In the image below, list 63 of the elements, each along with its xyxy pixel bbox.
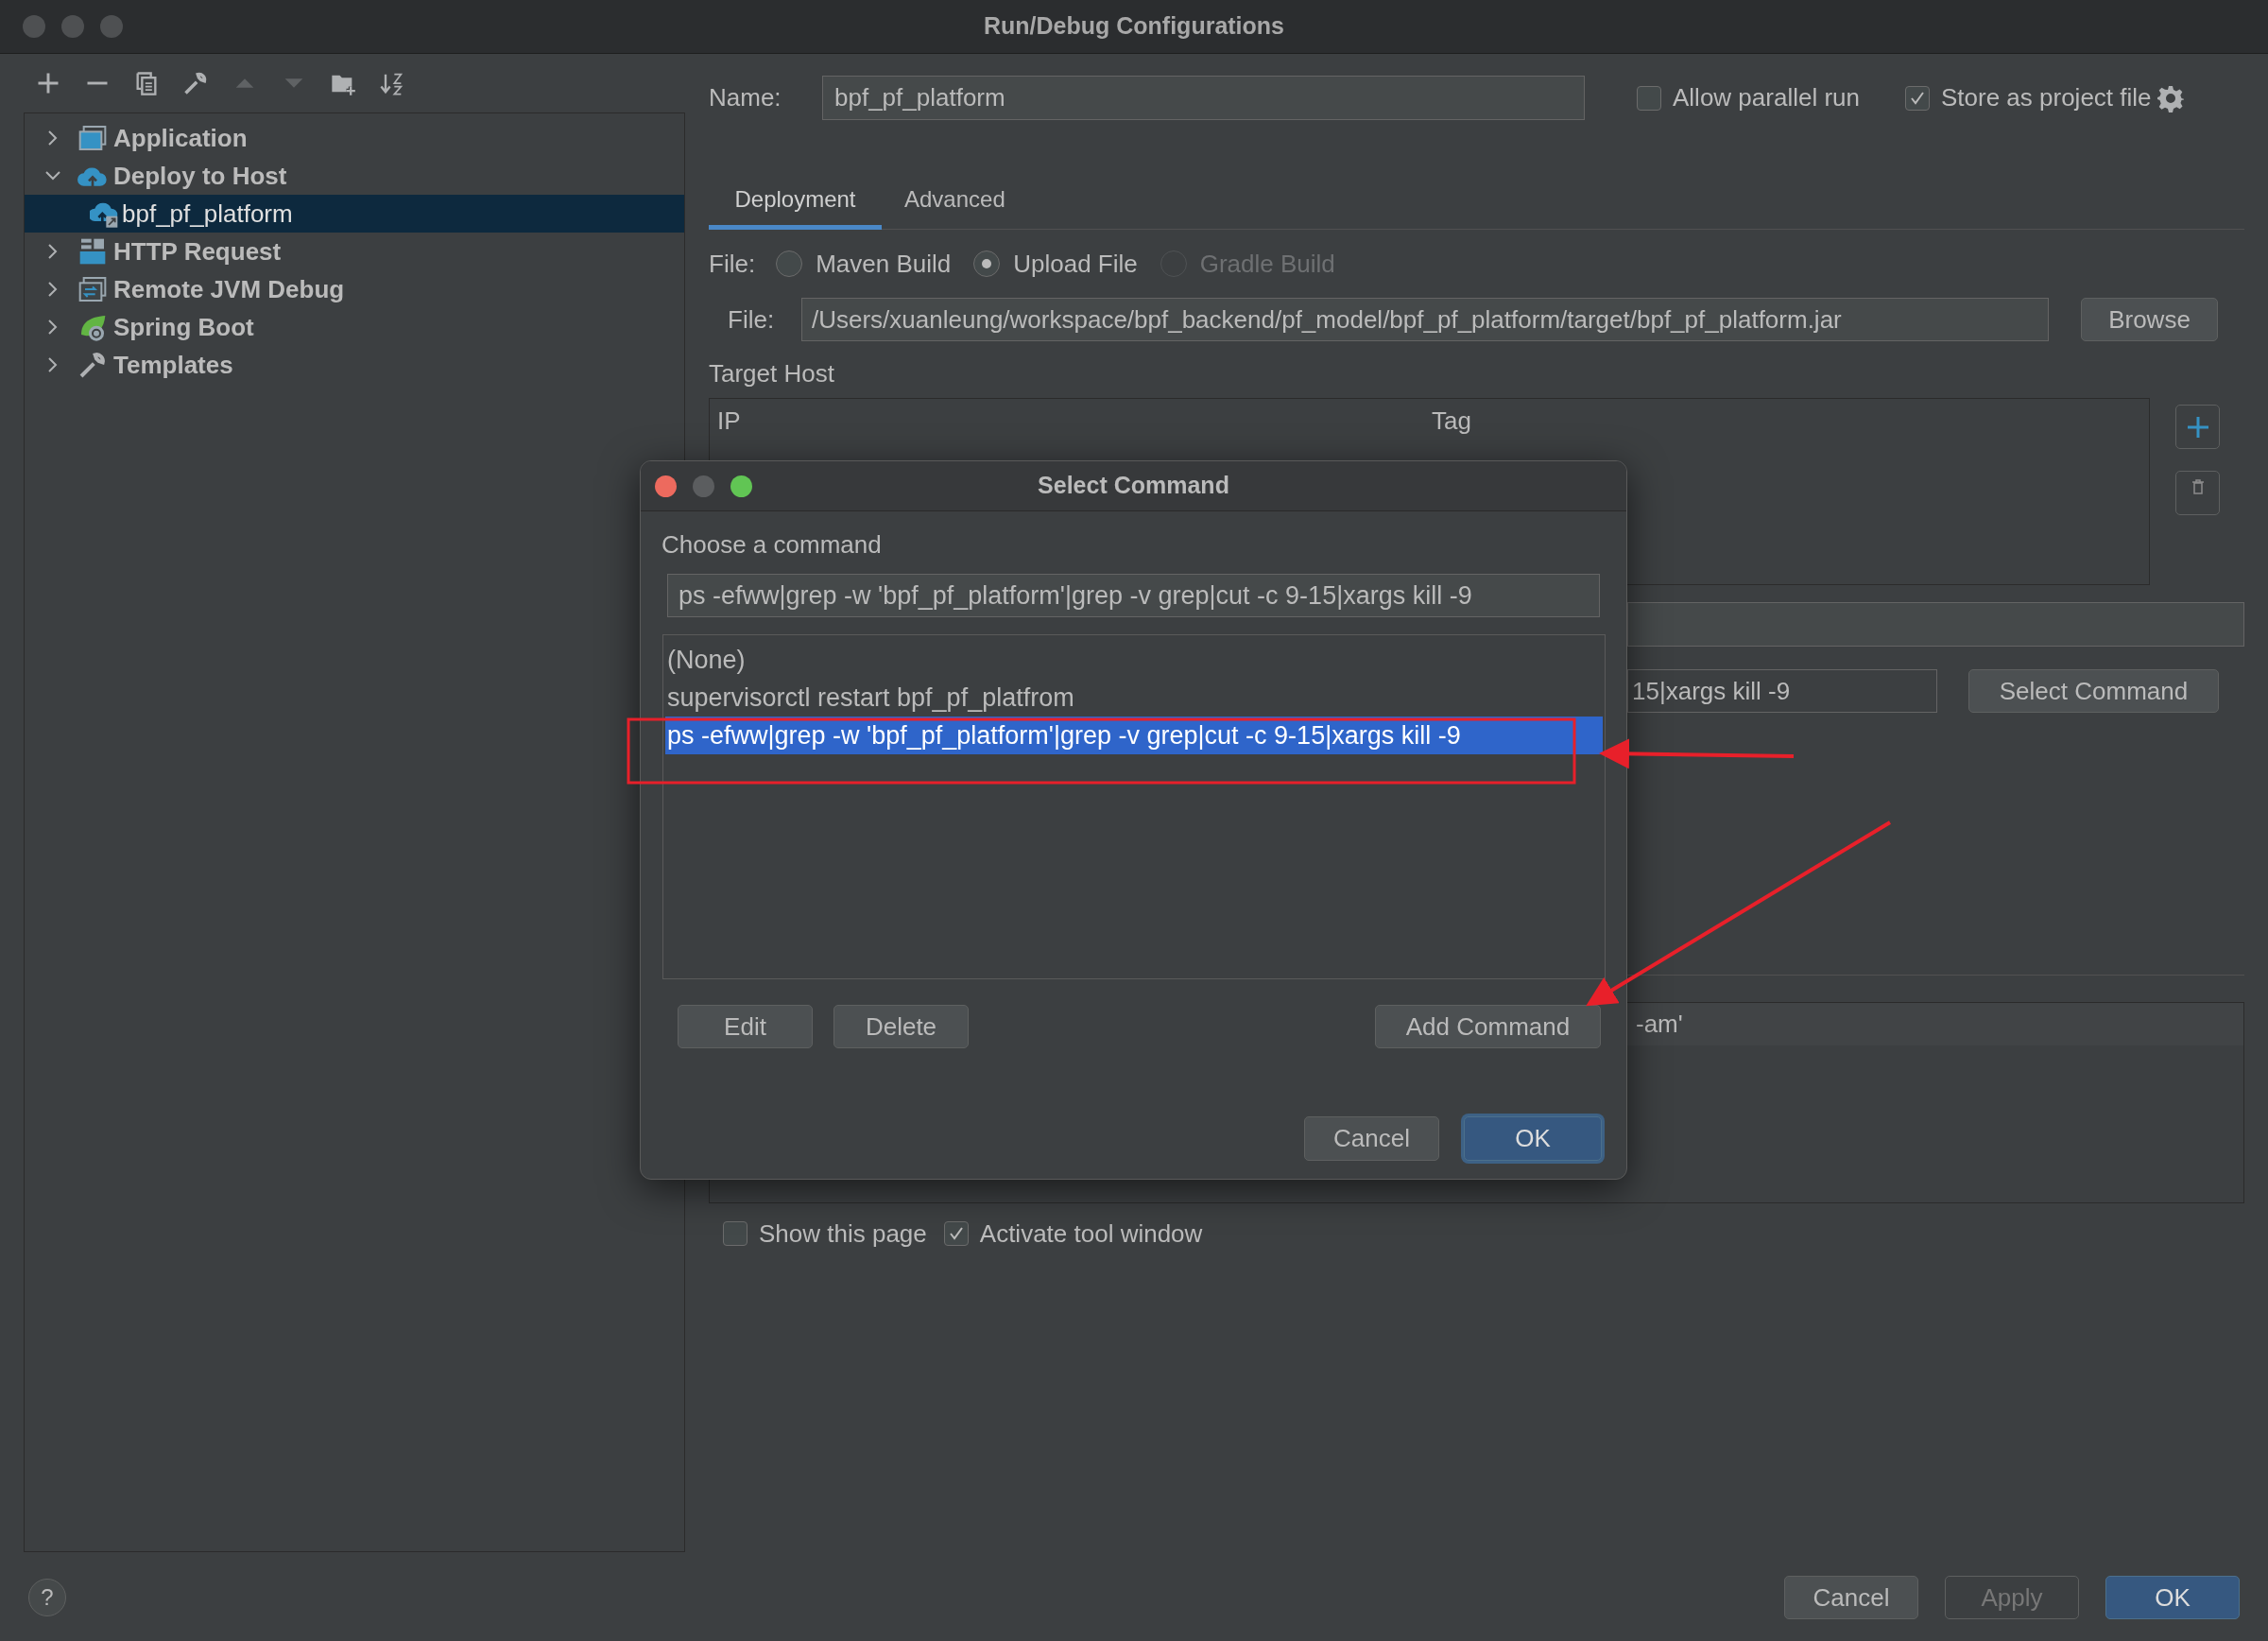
dialog-button[interactable]: OK xyxy=(1464,1116,1602,1161)
dialog-button[interactable]: Cancel xyxy=(1304,1116,1439,1161)
list-item[interactable]: (None) xyxy=(665,641,1603,679)
section-title: Target Host xyxy=(709,358,834,389)
column-header: Tag xyxy=(1431,405,1471,437)
name-label: Name: xyxy=(709,82,782,113)
tree-item[interactable]: Remote JVM Debug xyxy=(25,270,684,308)
checkbox-label: Show this page xyxy=(759,1218,927,1250)
window-title: Run/Debug Configurations xyxy=(984,11,1284,42)
list-item[interactable]: supervisorctl restart bpf_pf_platfrom xyxy=(665,679,1603,717)
api-icon xyxy=(77,236,108,267)
field-value: ps -efww|grep -w 'bpf_pf_platform'|grep -v grep|cut -c 9-15|xargs kill -9 xyxy=(679,579,1472,612)
add-icon[interactable] xyxy=(2175,405,2220,449)
command-input[interactable]: ps -efww|grep -w 'bpf_pf_platform'|grep -v grep|cut -c 9-15|xargs kill -9 xyxy=(667,574,1600,617)
file-path-field[interactable]: /Users/xuanleung/workspace/bpf_backend/pf_model/bpf_pf_platform/target/bpf_pf_platform.jar xyxy=(801,298,2049,341)
browse-button[interactable]: Browse xyxy=(2081,298,2218,341)
radio-label: Upload File xyxy=(1013,248,1138,280)
log-text: -am' xyxy=(1636,1009,1683,1040)
tab[interactable]: Advanced xyxy=(882,173,1028,230)
checkbox[interactable] xyxy=(723,1221,747,1246)
dialog-title: Select Command xyxy=(1038,471,1229,501)
checkbox-label: Allow parallel run xyxy=(1673,82,1860,113)
wrench-icon xyxy=(77,350,108,380)
checkbox[interactable] xyxy=(1905,85,1930,111)
delete-icon[interactable] xyxy=(2175,471,2220,515)
tree-item[interactable]: Application xyxy=(25,119,684,157)
action-button[interactable]: Edit xyxy=(678,1005,813,1048)
radio-label: Maven Build xyxy=(816,248,952,280)
action-button[interactable]: Add Command xyxy=(1375,1005,1601,1048)
checkbox[interactable] xyxy=(943,1221,969,1246)
checkbox-label: Activate tool window xyxy=(979,1218,1203,1250)
tree-item[interactable]: Deploy to Host xyxy=(25,157,684,195)
name-field[interactable]: bpf_pf_platform xyxy=(822,76,1585,120)
prompt-label: Choose a command xyxy=(662,530,882,559)
checkbox-label: Store as project file xyxy=(1941,82,2152,113)
close-icon[interactable] xyxy=(655,475,677,497)
file-label: File: xyxy=(727,303,776,336)
checkmark-icon xyxy=(947,1225,965,1242)
dialog-button[interactable]: OK xyxy=(2105,1576,2240,1619)
tab[interactable]: Deployment xyxy=(709,173,882,230)
field-value: /Users/xuanleung/workspace/bpf_backend/pf_model/bpf_pf_platform/target/bpf_pf_platform.jar xyxy=(812,303,1842,336)
radio-button[interactable] xyxy=(973,250,1001,277)
dialog-button[interactable]: Cancel xyxy=(1784,1576,1918,1619)
source-label: File: xyxy=(709,248,756,280)
help-button[interactable]: ? xyxy=(28,1579,66,1616)
select-command-button[interactable]: Select Command xyxy=(1968,669,2219,713)
list-item[interactable]: ps -efww|grep -w 'bpf_pf_platform'|grep -v grep|cut -c 9-15|xargs kill -9 xyxy=(665,717,1603,754)
remote-debug-icon xyxy=(77,274,108,304)
window-icon xyxy=(77,123,108,153)
tree-item[interactable]: HTTP Request xyxy=(25,233,684,270)
field-value: bpf_pf_platform xyxy=(834,82,1005,113)
column-header: IP xyxy=(716,405,742,437)
command-field[interactable]: 15|xargs kill -9 xyxy=(1627,669,1937,713)
settings-icon[interactable] xyxy=(2156,83,2184,112)
action-button[interactable]: Delete xyxy=(833,1005,969,1048)
tree-item[interactable]: bpf_pf_platform xyxy=(25,195,684,233)
maximize-icon[interactable] xyxy=(730,475,752,497)
field-value: 15|xargs kill -9 xyxy=(1632,675,1791,707)
checkbox[interactable] xyxy=(1637,85,1661,111)
tree-item[interactable]: Templates xyxy=(25,346,684,384)
text-field[interactable] xyxy=(1627,602,2244,647)
radio-button[interactable] xyxy=(776,250,803,277)
tree-item[interactable]: Spring Boot xyxy=(25,308,684,346)
